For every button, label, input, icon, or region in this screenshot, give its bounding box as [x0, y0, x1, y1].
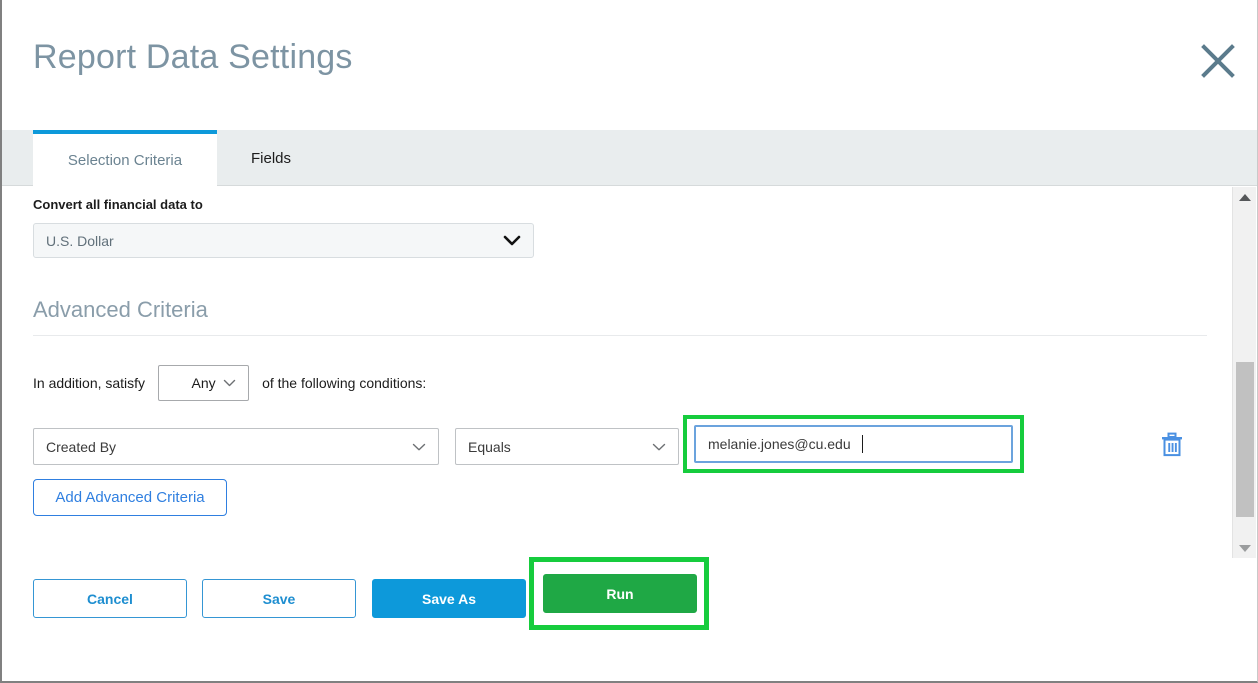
criteria-field-value: Created By [46, 438, 117, 455]
add-advanced-criteria-label: Add Advanced Criteria [55, 489, 205, 506]
advanced-criteria-heading: Advanced Criteria [33, 297, 208, 322]
run-button-highlight: Run [529, 557, 709, 630]
page-title: Report Data Settings [33, 38, 353, 76]
report-data-settings-dialog: Report Data Settings Selection Criteria … [0, 0, 1258, 683]
criteria-field-select[interactable]: Created By [33, 428, 439, 465]
currency-select-value: U.S. Dollar [46, 232, 114, 249]
cancel-button[interactable]: Cancel [33, 579, 187, 618]
run-button-label: Run [606, 585, 634, 602]
scroll-up-arrow-icon [1239, 193, 1251, 201]
close-x-icon [1201, 44, 1235, 78]
close-button[interactable] [1193, 36, 1243, 86]
add-advanced-criteria-button[interactable]: Add Advanced Criteria [33, 479, 227, 516]
save-button[interactable]: Save [202, 579, 356, 618]
save-as-button[interactable]: Save As [372, 579, 526, 618]
save-button-label: Save [262, 590, 296, 607]
scroll-down-arrow-icon [1239, 544, 1251, 552]
criteria-value-highlight [683, 415, 1024, 473]
section-divider [33, 335, 1207, 336]
chevron-down-icon [652, 442, 666, 451]
text-cursor [862, 435, 863, 453]
satisfy-mode-select[interactable]: Any [158, 365, 250, 401]
trash-icon [1159, 432, 1185, 463]
run-button[interactable]: Run [543, 574, 697, 613]
scrollbar-down-button[interactable] [1233, 538, 1257, 558]
dialog-header: Report Data Settings [2, 0, 1257, 130]
satisfy-prefix-label: In addition, satisfy [33, 375, 146, 391]
tab-selection-criteria[interactable]: Selection Criteria [33, 130, 217, 187]
chevron-down-icon [223, 379, 236, 388]
tab-selection-criteria-label: Selection Criteria [67, 152, 183, 169]
satisfy-row: In addition, satisfy Any of the followin… [33, 365, 426, 401]
criteria-operator-value: Equals [468, 438, 511, 455]
currency-select[interactable]: U.S. Dollar [33, 223, 534, 258]
criteria-value-input[interactable] [694, 425, 1013, 463]
save-as-button-label: Save As [422, 590, 476, 607]
scrollbar-up-button[interactable] [1233, 187, 1257, 207]
vertical-scrollbar[interactable] [1232, 187, 1256, 558]
delete-condition-button[interactable] [1159, 431, 1185, 459]
selection-criteria-panel: Convert all financial data to U.S. Dolla… [2, 187, 1257, 681]
chevron-down-icon [503, 235, 521, 247]
currency-label: Convert all financial data to [33, 197, 203, 212]
tab-fields[interactable]: Fields [217, 130, 325, 187]
dialog-footer: Cancel Save Save As Run [2, 557, 1257, 649]
criteria-operator-select[interactable]: Equals [455, 428, 679, 465]
tab-fields-label: Fields [250, 150, 291, 167]
scrollbar-thumb[interactable] [1236, 362, 1254, 517]
cancel-button-label: Cancel [87, 590, 133, 607]
satisfy-mode-value: Any [191, 375, 216, 391]
satisfy-suffix-label: of the following conditions: [262, 375, 427, 391]
tab-bar: Selection Criteria Fields [2, 130, 1257, 187]
chevron-down-icon [412, 442, 426, 451]
